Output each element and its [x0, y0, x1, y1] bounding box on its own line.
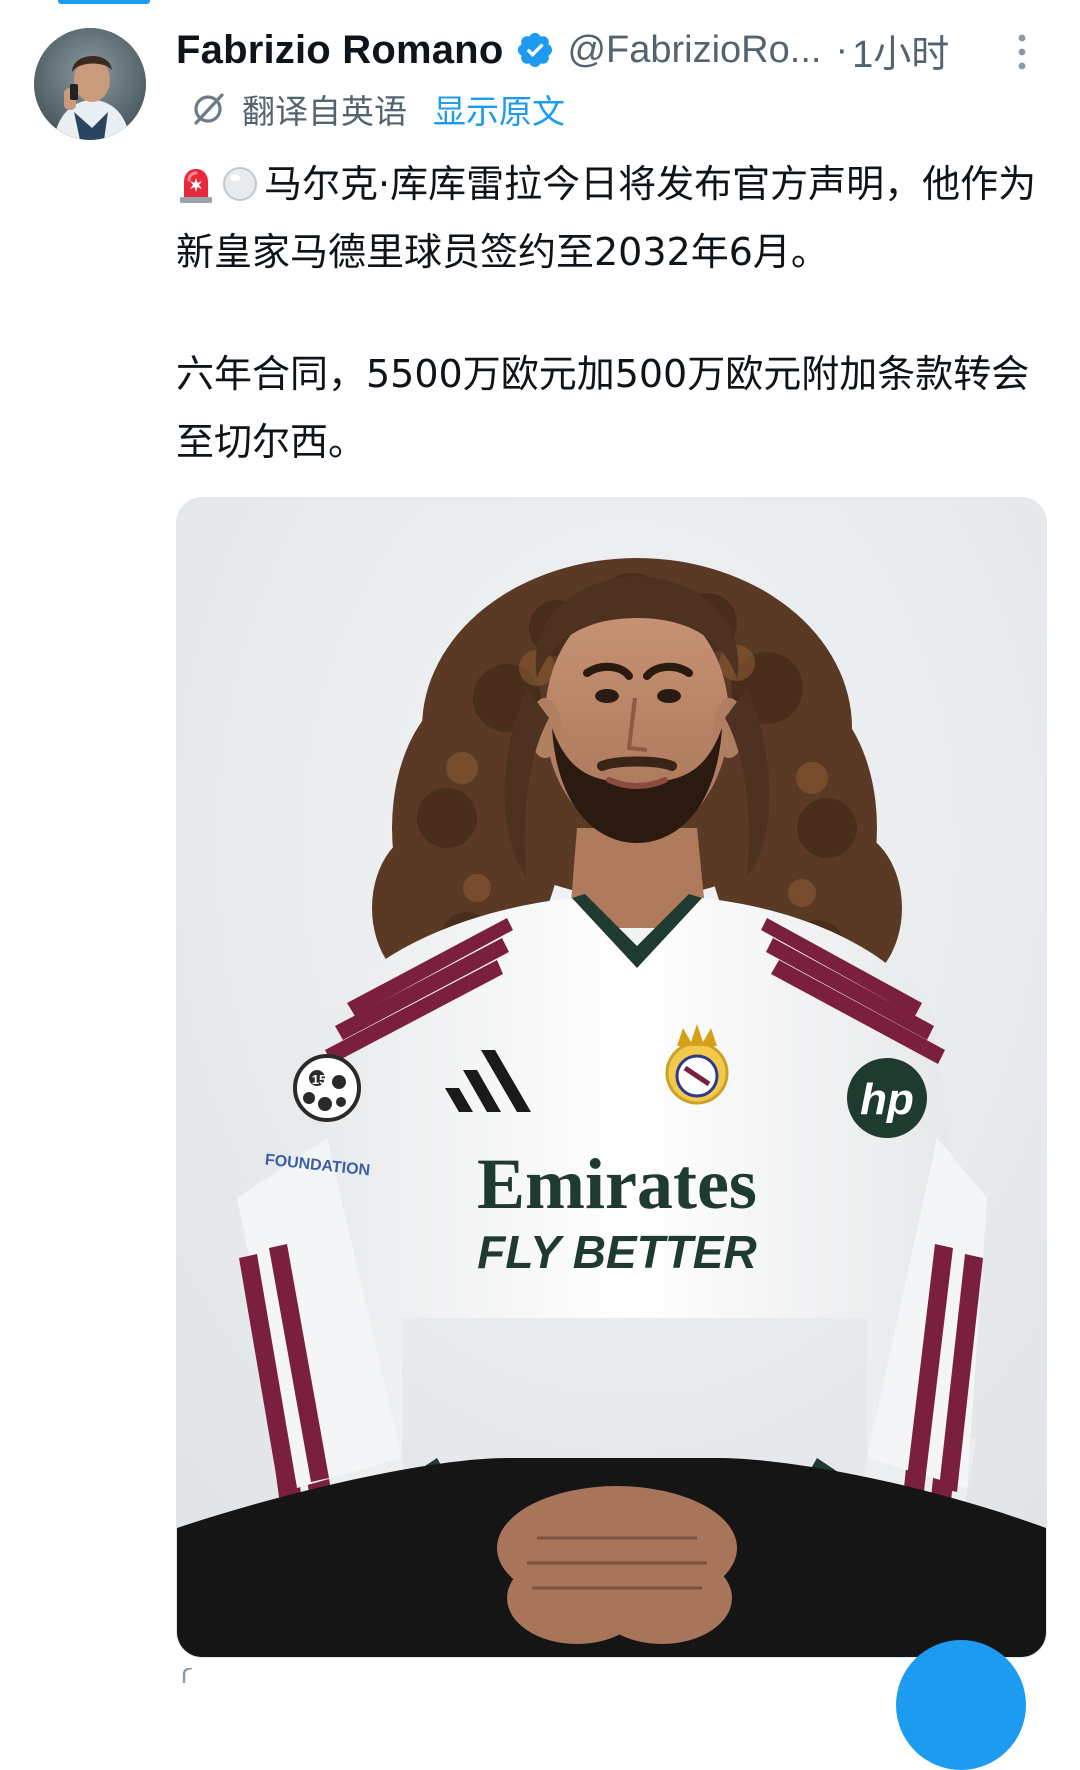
author-handle[interactable]: @FabrizioRo... — [567, 29, 821, 72]
author-avatar[interactable] — [34, 28, 146, 140]
rotating-light-emoji — [180, 169, 212, 203]
tweet-timestamp[interactable]: 1小时 — [852, 23, 949, 78]
photo-ucl-count: 15 — [312, 1072, 326, 1087]
header-separator: · — [835, 28, 849, 71]
tweet-paragraph-text: 马尔克·库库雷拉今日将发布官方声明，他作为新皇家马德里球员签约至2032年6月。 — [176, 162, 1037, 274]
author-display-name[interactable]: Fabrizio Romano — [176, 28, 503, 73]
reply-icon[interactable] — [180, 1668, 210, 1683]
photo-hp-text: hp — [860, 1075, 914, 1124]
more-vertical-icon[interactable] — [1012, 32, 1032, 72]
tweet-photo[interactable]: Emirates FLY BETTER 15 FOUNDATION hp — [176, 497, 1047, 1658]
tweet-paragraph: 六年合同，5500万欧元加500万欧元附加条款转会至切尔西。 — [176, 352, 1030, 464]
tweet-paragraph: 马尔克·库库雷拉今日将发布官方声明，他作为新皇家马德里球员签约至2032年6月。 — [176, 150, 1060, 286]
verified-badge-icon — [518, 32, 553, 68]
translation-bar: 翻译自英语 显示原文 — [188, 84, 565, 134]
translate-icon — [194, 93, 224, 125]
show-original-link[interactable]: 显示原文 — [433, 85, 565, 133]
translated-from-label: 翻译自英语 — [242, 92, 407, 131]
tweet-header: Fabrizio Romano @FabrizioRo... · 1小时 — [176, 22, 1056, 78]
top-tab-indicator — [58, 0, 150, 4]
white-circle-emoji — [223, 167, 257, 201]
photo-ucl-badge: 15 — [293, 1054, 361, 1122]
photo-hp-logo: hp — [847, 1058, 927, 1138]
photo-sponsor-line2: FLY BETTER — [477, 1226, 756, 1278]
compose-button[interactable] — [896, 1640, 1026, 1770]
photo-sponsor-line1: Emirates — [477, 1144, 757, 1224]
tweet-body: 马尔克·库库雷拉今日将发布官方声明，他作为新皇家马德里球员签约至2032年6月。… — [176, 150, 1060, 476]
